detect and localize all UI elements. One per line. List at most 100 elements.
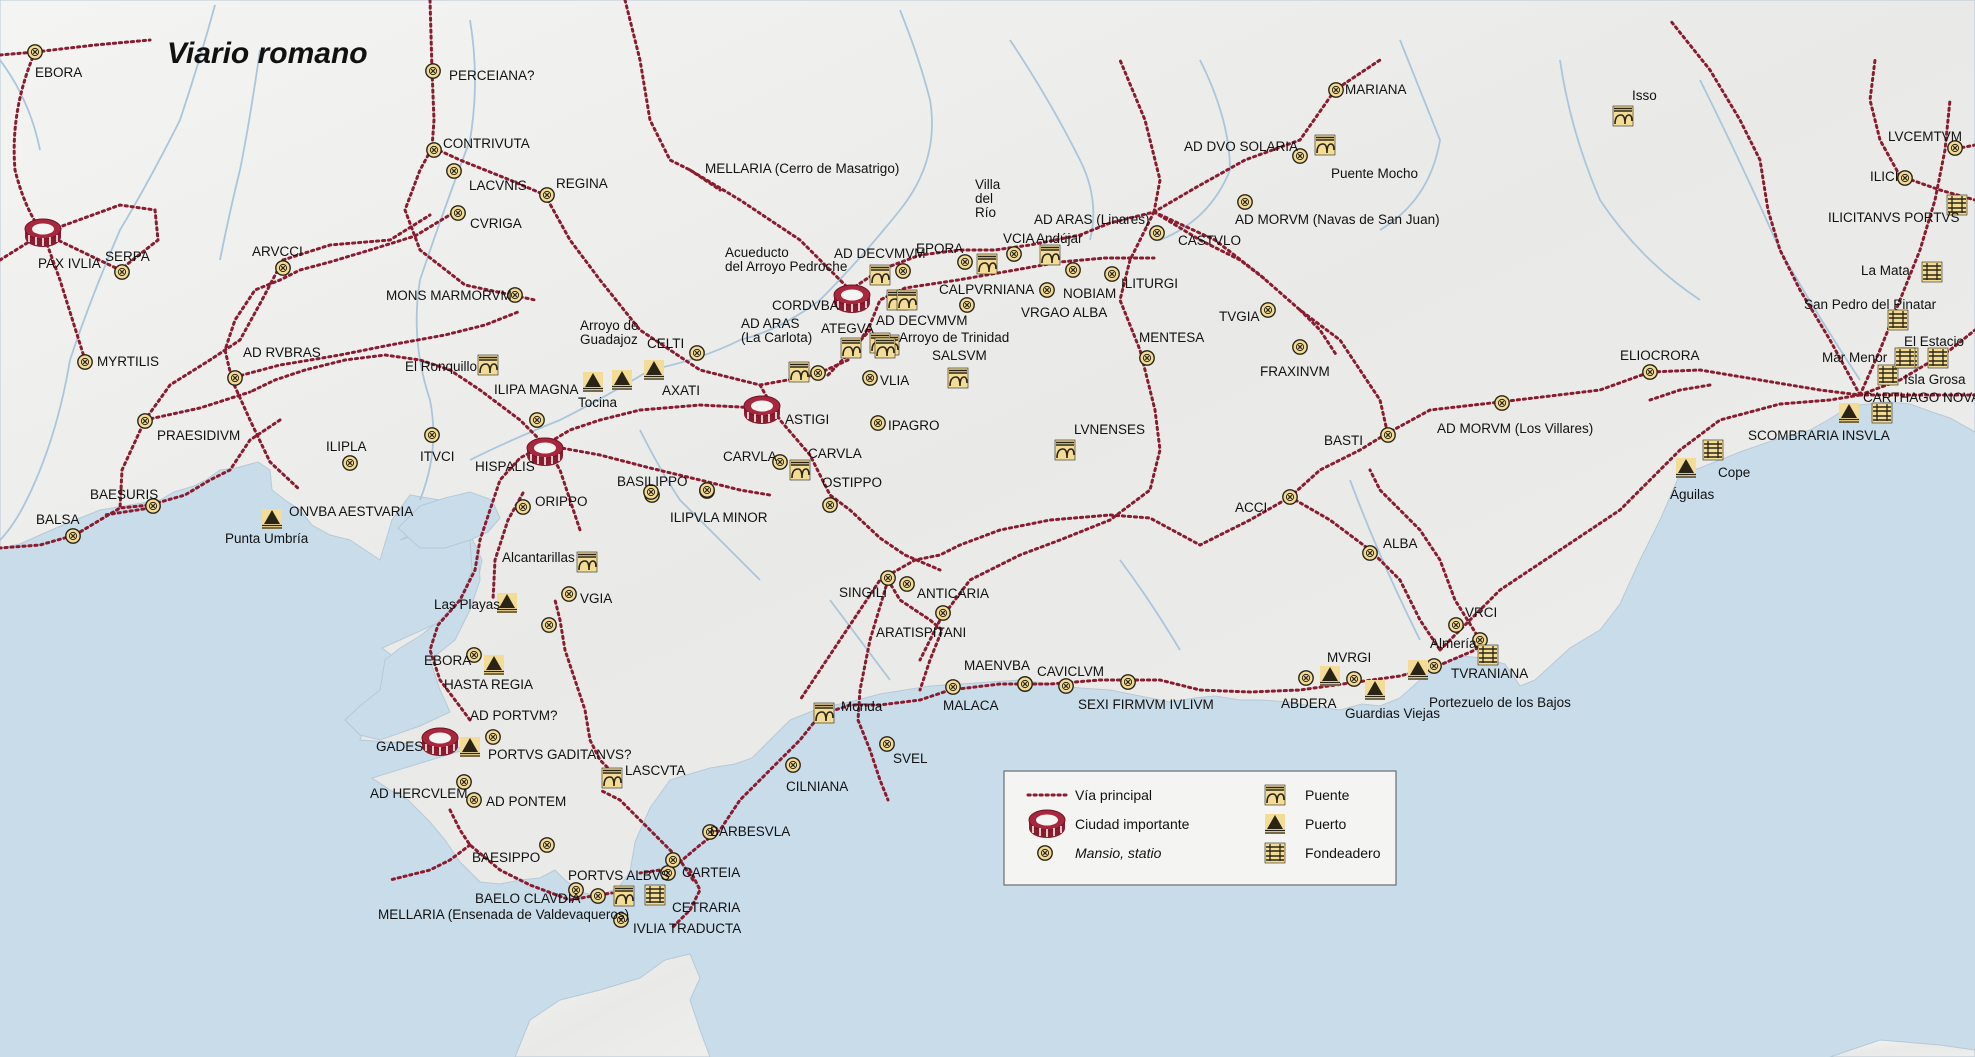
mansio	[1346, 671, 1362, 687]
anchorage-icon	[1887, 309, 1909, 331]
place-label: CAVICLVM	[1037, 664, 1104, 679]
place-label: ANTICARIA	[917, 586, 989, 601]
bridge-icon	[976, 253, 998, 275]
place-label: ACCI	[1235, 500, 1267, 515]
place-label: AD PONTEM	[486, 794, 566, 809]
mansio	[541, 617, 557, 633]
place-label: MENTESA	[1139, 330, 1204, 345]
place-label: CARVLA	[808, 446, 862, 461]
mansio	[1149, 225, 1165, 241]
place-label: VRCI	[1465, 605, 1497, 620]
place-label: REGINA	[556, 176, 608, 191]
place-label: MVRGI	[1327, 650, 1371, 665]
legend-label-port: Puerto	[1305, 816, 1346, 832]
mansio	[561, 586, 577, 602]
anchorage-icon	[644, 884, 666, 906]
place-label: Puente Mocho	[1331, 166, 1418, 181]
mansio	[425, 63, 441, 79]
place-label: MAENVBA	[964, 658, 1030, 673]
place-label: AD ARAS (Linares)	[1034, 212, 1150, 227]
place-label: PORTVS ALBVS	[568, 868, 670, 883]
anchorage-icon	[1702, 439, 1724, 461]
place-label: Punta Umbría	[225, 531, 309, 546]
place-label: Monda	[841, 699, 883, 714]
place-label: AD HERCVLEM	[370, 786, 468, 801]
place-label: CARVLA	[723, 449, 777, 464]
city-gades	[421, 727, 459, 757]
place-label: IPAGRO	[888, 418, 940, 433]
place-label: Isla Grosa	[1904, 372, 1966, 387]
port-icon	[1838, 402, 1860, 424]
place-label: VLIA	[880, 373, 909, 388]
port-icon	[1407, 659, 1429, 681]
place-label: CILNIANA	[786, 779, 848, 794]
place-label: PORTVS GADITANVS?	[488, 747, 632, 762]
legend-bridge-icon	[1264, 784, 1286, 806]
mansio	[1897, 170, 1913, 186]
place-label: BASTI	[1324, 433, 1363, 448]
place-label: CORDVBA	[772, 298, 839, 313]
place-label: CVRIGA	[470, 216, 522, 231]
place-label: ONVBA AESTVARIA	[289, 504, 413, 519]
mansio	[539, 837, 555, 853]
place-label: ASTIGI	[785, 412, 829, 427]
bridge-icon	[788, 361, 810, 383]
bridge-icon	[1054, 439, 1076, 461]
mansio	[959, 297, 975, 313]
mansio	[1260, 302, 1276, 318]
place-label: ILIPVLA MINOR	[670, 510, 768, 525]
mansio	[529, 412, 545, 428]
place-label: Águilas	[1670, 487, 1715, 502]
port-icon	[1675, 457, 1697, 479]
city-cordvba	[833, 284, 871, 314]
legend: Vía principal Ciudad importante Mansio, …	[1003, 770, 1397, 886]
place-label: VGIA	[580, 591, 612, 606]
bridge-icon	[947, 367, 969, 389]
mansio	[27, 44, 43, 60]
mansio	[1494, 395, 1510, 411]
place-label: Guardias Viejas	[1345, 706, 1440, 721]
place-label: PAX IVLIA	[38, 256, 101, 271]
mansio	[1120, 674, 1136, 690]
place-label: SEXI FIRMVM IVLIVM	[1078, 697, 1214, 712]
place-label: ARVCCI	[252, 244, 303, 259]
port-icon	[611, 369, 633, 391]
map-title: Viario romano	[167, 37, 368, 70]
place-label: ABDERA	[1281, 696, 1337, 711]
mansio	[895, 263, 911, 279]
place-label: ILITURGI	[1121, 276, 1178, 291]
place-label: ILIPLA	[326, 439, 367, 454]
place-label: AD MORVM (Navas de San Juan)	[1235, 212, 1440, 227]
port-icon	[643, 359, 665, 381]
bridge-icon	[576, 551, 598, 573]
city-paxivlia	[24, 218, 62, 248]
mansio	[945, 679, 961, 695]
legend-label-city: Ciudad importante	[1075, 816, 1190, 832]
mansio	[485, 729, 501, 745]
place-label: SVEL	[893, 751, 928, 766]
place-label: MELLARIA (Cerro de Masatrigo)	[705, 161, 899, 176]
place-label: BARBESVLA	[710, 824, 790, 839]
port-icon	[261, 508, 283, 530]
bridge-icon	[1314, 134, 1336, 156]
place-label: AD DVO SOLARIA	[1184, 139, 1298, 154]
legend-label-anchorage: Fondeadero	[1305, 845, 1381, 861]
mansio	[539, 187, 555, 203]
place-label: ILICITANVS PORTVS	[1828, 210, 1960, 225]
place-label: CELTI	[647, 336, 684, 351]
mansio	[1017, 676, 1033, 692]
mansio	[77, 354, 93, 370]
anchorage-icon	[1477, 644, 1499, 666]
mansio	[1362, 545, 1378, 561]
place-label: La Mata	[1861, 263, 1910, 278]
place-label: BALSA	[36, 512, 80, 527]
place-label: AD PORTVM?	[470, 708, 558, 723]
place-label: SCOMBRARIA INSVLA	[1748, 428, 1890, 443]
mansio	[1065, 262, 1081, 278]
mansio	[862, 370, 878, 386]
place-label: MYRTILIS	[97, 354, 159, 369]
place-label: BAESURIS	[90, 487, 158, 502]
place-label: ILICI	[1870, 169, 1899, 184]
place-label: ELIOCRORA	[1620, 348, 1700, 363]
mansio	[65, 528, 81, 544]
